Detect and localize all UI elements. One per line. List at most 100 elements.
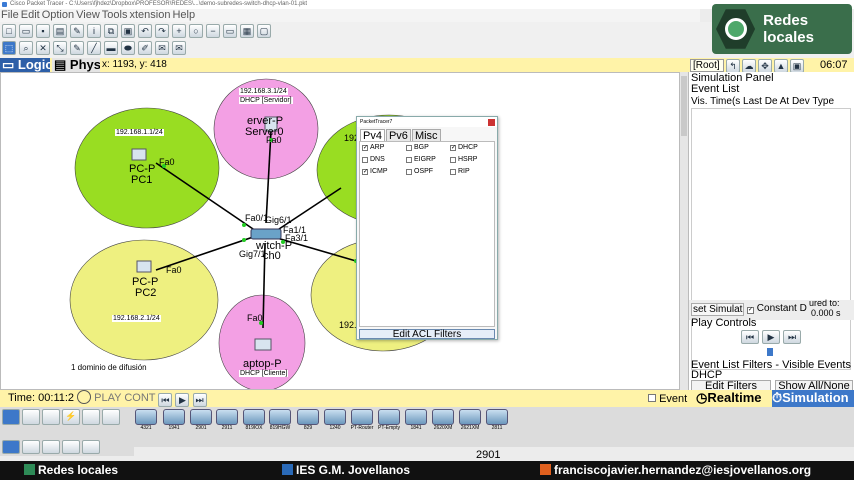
menu-help[interactable]: Help [171,9,196,22]
menu-options[interactable]: Option [41,9,75,22]
menu-view[interactable]: View [75,9,101,22]
canvas-scrollbar[interactable] [680,72,688,390]
simulation-mode-button[interactable]: ⏱Simulation [772,390,854,407]
redo-icon[interactable]: ↷ [155,24,169,38]
viewport-icon[interactable]: ▢ [257,24,271,38]
connections-category-icon[interactable]: ⚡ [62,409,80,425]
line-tool-icon[interactable]: ╱ [87,41,101,55]
device-819hgw[interactable]: 819HGW [268,409,292,437]
edit-acl-filters-button[interactable]: Edit ACL Filters [359,329,495,340]
routers-category-icon[interactable] [2,409,20,425]
protocol-ospf[interactable]: OSPF [406,168,433,175]
device-2811[interactable]: 2811 [485,409,509,437]
protocol-eigrp[interactable]: EIGRP [406,156,436,163]
device-pt-empty[interactable]: PT-Empty [377,409,401,437]
protocol-rip[interactable]: RIP [450,168,470,175]
menu-extensions[interactable]: xtension [128,9,171,22]
ospf-checkbox[interactable] [406,168,412,175]
hubs-category-icon[interactable] [42,409,60,425]
arp-checkbox[interactable]: ✓ [362,144,368,151]
menu-edit[interactable]: Edit [20,9,41,22]
complex-pdu-icon[interactable]: ✉ [172,41,186,55]
protocol-icmp[interactable]: ✓ ICMP [362,168,388,175]
note-tool-icon[interactable]: ✎ [70,41,84,55]
background-image-icon[interactable]: ▲ [774,59,788,73]
tab-physical[interactable]: ▤ Physi [52,58,100,72]
root-navigation-button[interactable]: [Root] [690,59,724,72]
power-cycle-icon[interactable] [77,390,92,404]
play-speed-slider[interactable] [767,348,773,356]
device-1240[interactable]: 1240 [323,409,347,437]
play-icon[interactable]: ▶ [762,330,780,344]
viewport-toggle-icon[interactable]: ▣ [790,59,804,73]
router-subcategory-icon[interactable] [2,440,20,454]
security-subcategory-icon[interactable] [82,440,100,454]
switches-category-icon[interactable] [22,409,40,425]
device-829[interactable]: 829 [296,409,320,437]
protocol-hsrp[interactable]: HSRP [450,156,477,163]
protocol-dhcp[interactable]: ✓ DHCP [450,144,478,151]
activity-wizard-icon[interactable]: ✎ [70,24,84,38]
open-file-icon[interactable]: ▭ [19,24,33,38]
zoom-out-icon[interactable]: − [206,24,220,38]
device-2621xm[interactable]: 2621XM [458,409,482,437]
reset-simulation-button[interactable]: set Simulat [691,303,745,316]
copy-icon[interactable]: ⧉ [104,24,118,38]
protocol-dns[interactable]: DNS [362,156,385,163]
wan-category-icon[interactable] [102,409,120,425]
device-2620xm[interactable]: 2620XM [431,409,455,437]
device-1941[interactable]: 1941 [162,409,186,437]
logical-workspace-canvas[interactable]: 192.168.1.1/24 Fa0 PC-P PC1 192.168.2.1/… [0,72,680,390]
step-back-icon[interactable]: ⏮ [741,330,759,344]
wireless-subcategory-icon[interactable] [62,440,80,454]
eigrp-checkbox[interactable] [406,156,412,163]
rip-checkbox[interactable] [450,168,456,175]
back-arrow-icon[interactable]: ↰ [726,59,740,73]
tab-logical[interactable]: ▭ Logic [0,58,50,72]
zoom-in-icon[interactable]: + [172,24,186,38]
network-info-icon[interactable]: i [87,24,101,38]
resize-tool-icon[interactable]: ⤡ [53,41,67,55]
paste-icon[interactable]: ▣ [121,24,135,38]
bar-step-back-icon[interactable]: ⏮ [158,393,173,407]
end-devices-category-icon[interactable] [82,409,100,425]
device-4321[interactable]: 4321 [134,409,158,437]
delete-tool-icon[interactable]: ✕ [36,41,50,55]
save-icon[interactable]: ▪ [36,24,50,38]
step-forward-icon[interactable]: ⏭ [783,330,801,344]
switch-subcategory-icon[interactable] [22,440,40,454]
bar-step-forward-icon[interactable]: ⏭ [192,393,207,407]
constant-delay-toggle[interactable]: ✓ Constant D [747,303,807,314]
drawing-palette-icon[interactable]: ▭ [223,24,237,38]
protocol-bgp[interactable]: BGP [406,144,429,151]
add-pdu-icon[interactable]: ✉ [155,41,169,55]
select-tool-icon[interactable]: ⬚ [2,41,16,55]
icmp-checkbox[interactable]: ✓ [362,168,368,175]
dns-checkbox[interactable] [362,156,368,163]
move-icon[interactable]: ✥ [758,59,772,73]
dhcp-checkbox[interactable]: ✓ [450,144,456,151]
cluster-icon[interactable]: ☁ [742,59,756,73]
ellipse-tool-icon[interactable]: ⬬ [121,41,135,55]
device-1841[interactable]: 1841 [404,409,428,437]
device-2911[interactable]: 2911 [215,409,239,437]
hub-subcategory-icon[interactable] [42,440,60,454]
undo-icon[interactable]: ↶ [138,24,152,38]
new-file-icon[interactable]: □ [2,24,16,38]
realtime-mode-button[interactable]: ◷Realtime [696,390,762,406]
protocol-arp[interactable]: ✓ ARP [362,144,384,151]
inspect-tool-icon[interactable]: ⌕ [19,41,33,55]
hsrp-checkbox[interactable] [450,156,456,163]
device-2901[interactable]: 2901 [189,409,213,437]
device-pt-router[interactable]: PT-Router [350,409,374,437]
bar-play-icon[interactable]: ▶ [175,393,190,407]
menu-tools[interactable]: Tools [101,9,129,22]
event-mode-button[interactable]: Event [648,393,687,405]
dialog-close-icon[interactable] [488,119,495,126]
menu-file[interactable]: File [0,9,20,22]
custom-device-icon[interactable]: ▦ [240,24,254,38]
rectangle-tool-icon[interactable]: ▬ [104,41,118,55]
device-819iox[interactable]: 819IOX [242,409,266,437]
zoom-reset-icon[interactable]: ○ [189,24,203,38]
print-icon[interactable]: ▤ [53,24,67,38]
